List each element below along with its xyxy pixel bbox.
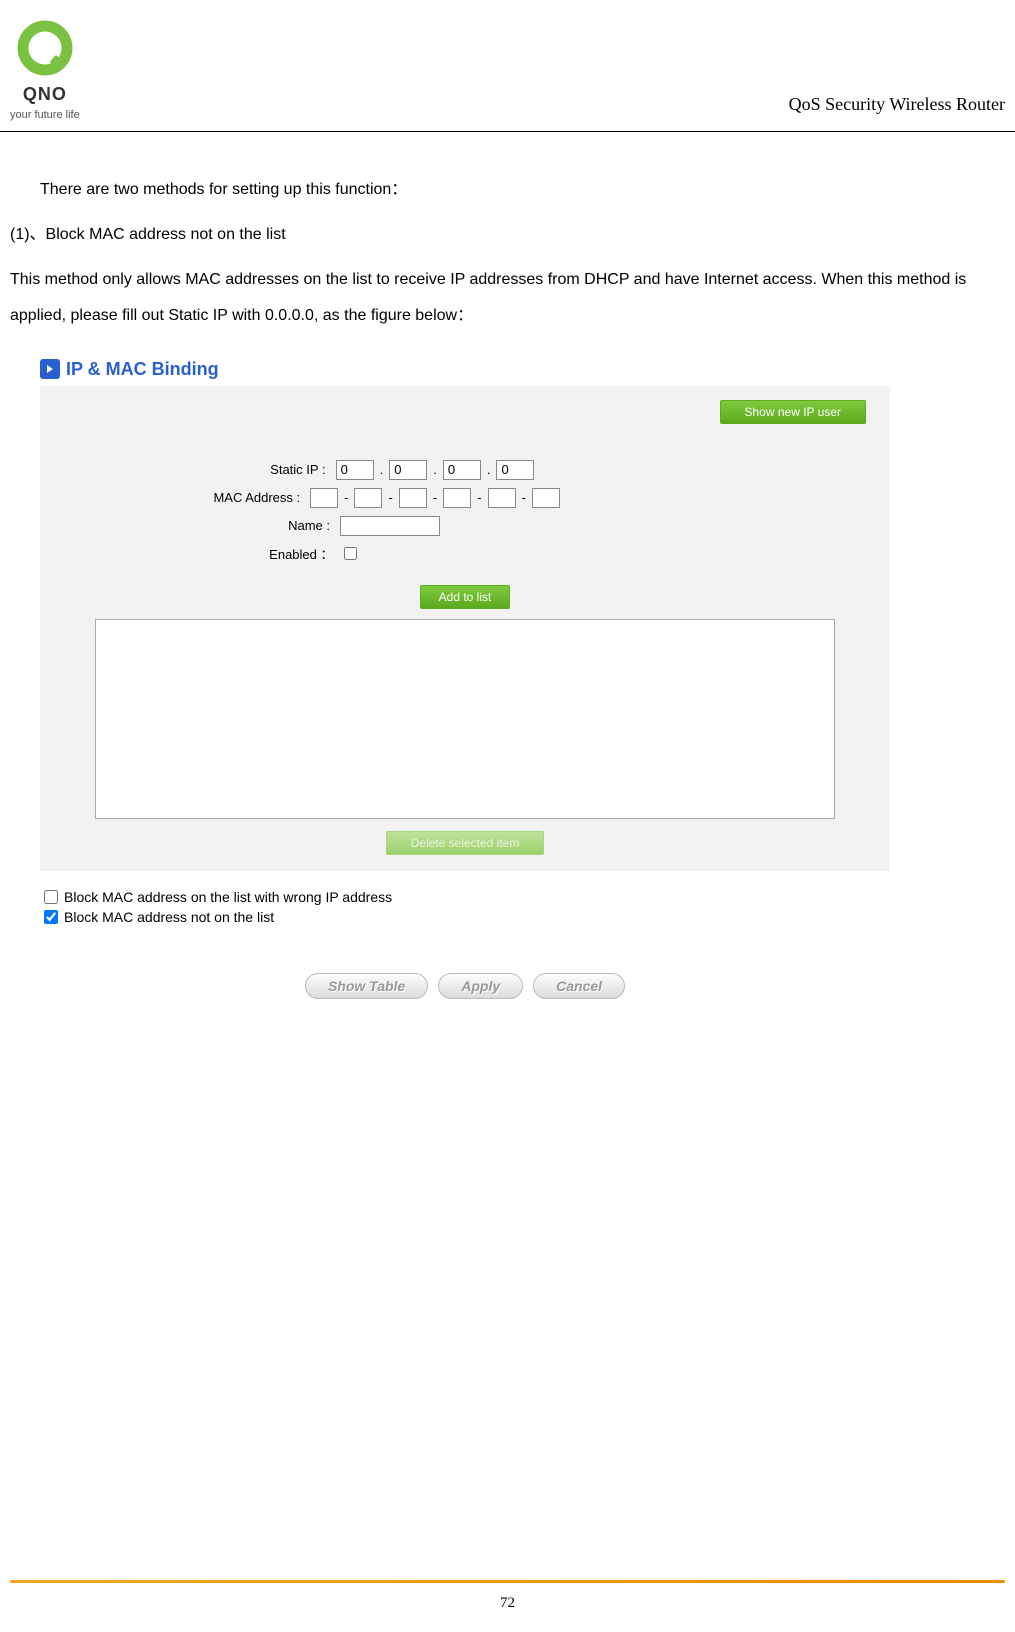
static-ip-3[interactable] [443, 460, 481, 480]
page-footer: 72 [0, 1580, 1015, 1612]
block-not-on-list-checkbox[interactable] [44, 910, 58, 924]
mac-2[interactable] [354, 488, 382, 508]
block-not-on-list-option[interactable]: Block MAC address not on the list [44, 907, 886, 927]
static-ip-2[interactable] [389, 460, 427, 480]
qno-logo-icon [15, 20, 75, 80]
apply-button[interactable]: Apply [438, 973, 523, 999]
ip-mac-binding-panel: IP & MAC Binding Show new IP user Static… [40, 353, 890, 1029]
static-ip-4[interactable] [496, 460, 534, 480]
static-ip-row: Static IP : . . . [70, 456, 860, 484]
intro-paragraph: There are two methods for setting up thi… [10, 172, 1005, 207]
page-header: QNO your future life QoS Security Wirele… [0, 0, 1015, 132]
block-wrong-ip-option[interactable]: Block MAC address on the list with wrong… [44, 887, 886, 907]
show-table-button[interactable]: Show Table [305, 973, 428, 999]
method-description: This method only allows MAC addresses on… [10, 262, 1005, 332]
mac-5[interactable] [488, 488, 516, 508]
static-ip-1[interactable] [336, 460, 374, 480]
logo-block: QNO your future life [10, 20, 80, 121]
panel-header: IP & MAC Binding [40, 353, 890, 386]
mac-3[interactable] [399, 488, 427, 508]
action-buttons: Show Table Apply Cancel [40, 943, 890, 1029]
mac-address-row: MAC Address : - - - - - [70, 484, 860, 512]
block-wrong-ip-checkbox[interactable] [44, 890, 58, 904]
mac-6[interactable] [532, 488, 560, 508]
binding-list[interactable] [95, 619, 835, 819]
name-row: Name : [70, 512, 860, 540]
footer-divider [10, 1580, 1005, 1583]
logo-text: QNO [23, 84, 67, 105]
delete-selected-button[interactable]: Delete selected item [386, 831, 545, 855]
form-rows: Static IP : . . . MAC Address : - - - - … [70, 406, 860, 579]
mac-4[interactable] [443, 488, 471, 508]
logo-tagline: your future life [10, 109, 80, 121]
cancel-button[interactable]: Cancel [533, 973, 625, 999]
static-ip-label: Static IP : [190, 462, 330, 477]
mac-1[interactable] [310, 488, 338, 508]
enabled-checkbox[interactable] [344, 547, 357, 560]
enabled-row: Enabled ： [70, 540, 860, 567]
document-title: QoS Security Wireless Router [789, 94, 1005, 121]
panel-title: IP & MAC Binding [66, 359, 219, 380]
name-input[interactable] [340, 516, 440, 536]
method-title: (1)、Block MAC address not on the list [10, 217, 1005, 252]
options-checkboxes: Block MAC address on the list with wrong… [40, 871, 890, 943]
mac-label: MAC Address : [164, 490, 304, 505]
enabled-label: Enabled ： [198, 544, 338, 563]
body-text: There are two methods for setting up thi… [0, 132, 1015, 333]
add-to-list-button[interactable]: Add to list [420, 585, 511, 609]
arrow-right-icon [40, 359, 60, 379]
form-area: Show new IP user Static IP : . . . MAC A… [40, 386, 890, 871]
name-label: Name : [194, 518, 334, 533]
block-wrong-ip-label: Block MAC address on the list with wrong… [64, 889, 392, 905]
show-new-ip-button[interactable]: Show new IP user [720, 400, 867, 424]
block-not-on-list-label: Block MAC address not on the list [64, 909, 274, 925]
page-number: 72 [0, 1595, 1015, 1612]
